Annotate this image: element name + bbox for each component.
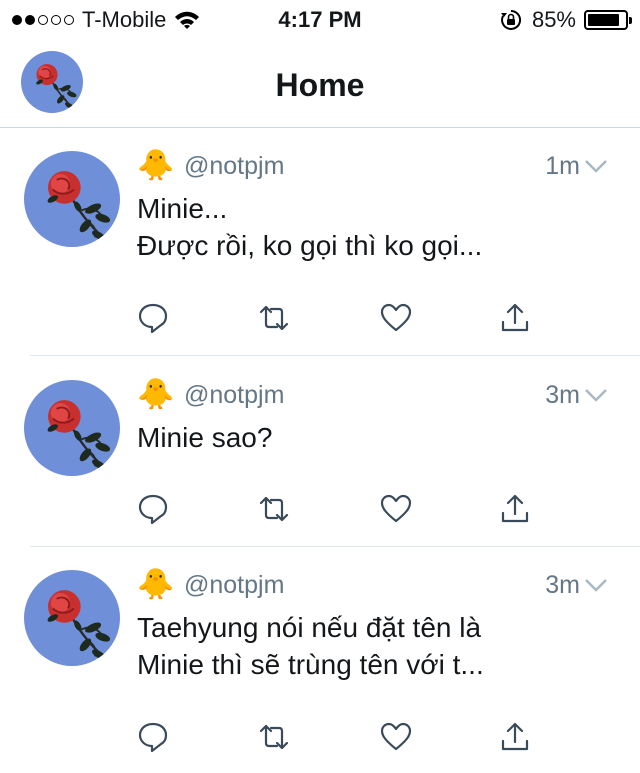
rose-avatar-icon (24, 570, 120, 666)
status-right: 85% (500, 7, 632, 33)
chick-emoji-icon: 🐥 (137, 149, 175, 182)
tweet-actions (137, 302, 537, 338)
tweet-text-line: Minie sao? (137, 422, 273, 453)
retweet-icon[interactable] (258, 493, 290, 525)
chevron-down-icon[interactable] (584, 387, 608, 403)
retweet-icon[interactable] (258, 302, 290, 334)
tweet-avatar[interactable] (24, 151, 120, 247)
tweet-timestamp: 3m (545, 571, 580, 599)
tweet-avatar[interactable] (24, 570, 120, 666)
share-icon[interactable] (499, 302, 531, 334)
tweet-timestamp: 3m (545, 381, 580, 409)
tweet-header: 🐥 @notpjm (137, 569, 284, 601)
rose-avatar-icon (24, 151, 120, 247)
status-bar: T-Mobile 4:17 PM 85% (0, 0, 640, 40)
tweet-text-line: Minie... (137, 193, 228, 224)
tweet-handle[interactable]: @notpjm (184, 152, 284, 181)
tweet-text: Taehyung nói nếu đặt tên là Minie thì sẽ… (137, 609, 484, 683)
tweet-text: Minie... Được rồi, ko gọi thì ko gọi... (137, 190, 482, 264)
tweet-header: 🐥 @notpjm (137, 150, 284, 182)
share-icon[interactable] (499, 493, 531, 525)
battery-level (588, 14, 619, 26)
heart-icon[interactable] (380, 302, 412, 334)
tweet-divider (30, 355, 640, 356)
rotation-lock-icon (500, 9, 521, 30)
tweet-text-line: Taehyung nói nếu đặt tên là (137, 612, 482, 643)
tweet-actions (137, 721, 537, 757)
page-title: Home (275, 67, 365, 103)
tweet[interactable]: 🐥 @notpjm 3m Minie sao? (0, 357, 640, 547)
heart-icon[interactable] (380, 721, 412, 753)
chick-emoji-icon: 🐥 (137, 378, 175, 411)
heart-icon[interactable] (380, 493, 412, 525)
tweet[interactable]: 🐥 @notpjm 1m Minie... Được rồi, ko gọi t… (0, 128, 640, 356)
share-icon[interactable] (499, 721, 531, 753)
battery-icon (584, 10, 632, 30)
tweet-header: 🐥 @notpjm (137, 379, 284, 411)
tweet[interactable]: 🐥 @notpjm 3m Taehyung nói nếu đặt tên là… (0, 547, 640, 773)
nav-bar: Home (0, 40, 640, 128)
chevron-down-icon[interactable] (584, 577, 608, 593)
retweet-icon[interactable] (258, 721, 290, 753)
rose-avatar-icon (24, 380, 120, 476)
tweet-actions (137, 493, 537, 529)
tweet-text-line: Được rồi, ko gọi thì ko gọi... (137, 230, 483, 261)
tweet-handle[interactable]: @notpjm (184, 381, 284, 410)
chick-emoji-icon: 🐥 (137, 568, 175, 601)
tweet-text-line: Minie thì sẽ trùng tên với t... (137, 649, 484, 680)
tweet-timestamp: 1m (545, 152, 580, 180)
tweet-handle[interactable]: @notpjm (184, 571, 284, 600)
tweet-text: Minie sao? (137, 419, 272, 456)
tweet-avatar[interactable] (24, 380, 120, 476)
reply-icon[interactable] (137, 302, 169, 334)
battery-tip (629, 17, 632, 24)
reply-icon[interactable] (137, 493, 169, 525)
battery-percent: 85% (531, 7, 576, 32)
reply-icon[interactable] (137, 721, 169, 753)
chevron-down-icon[interactable] (584, 158, 608, 174)
